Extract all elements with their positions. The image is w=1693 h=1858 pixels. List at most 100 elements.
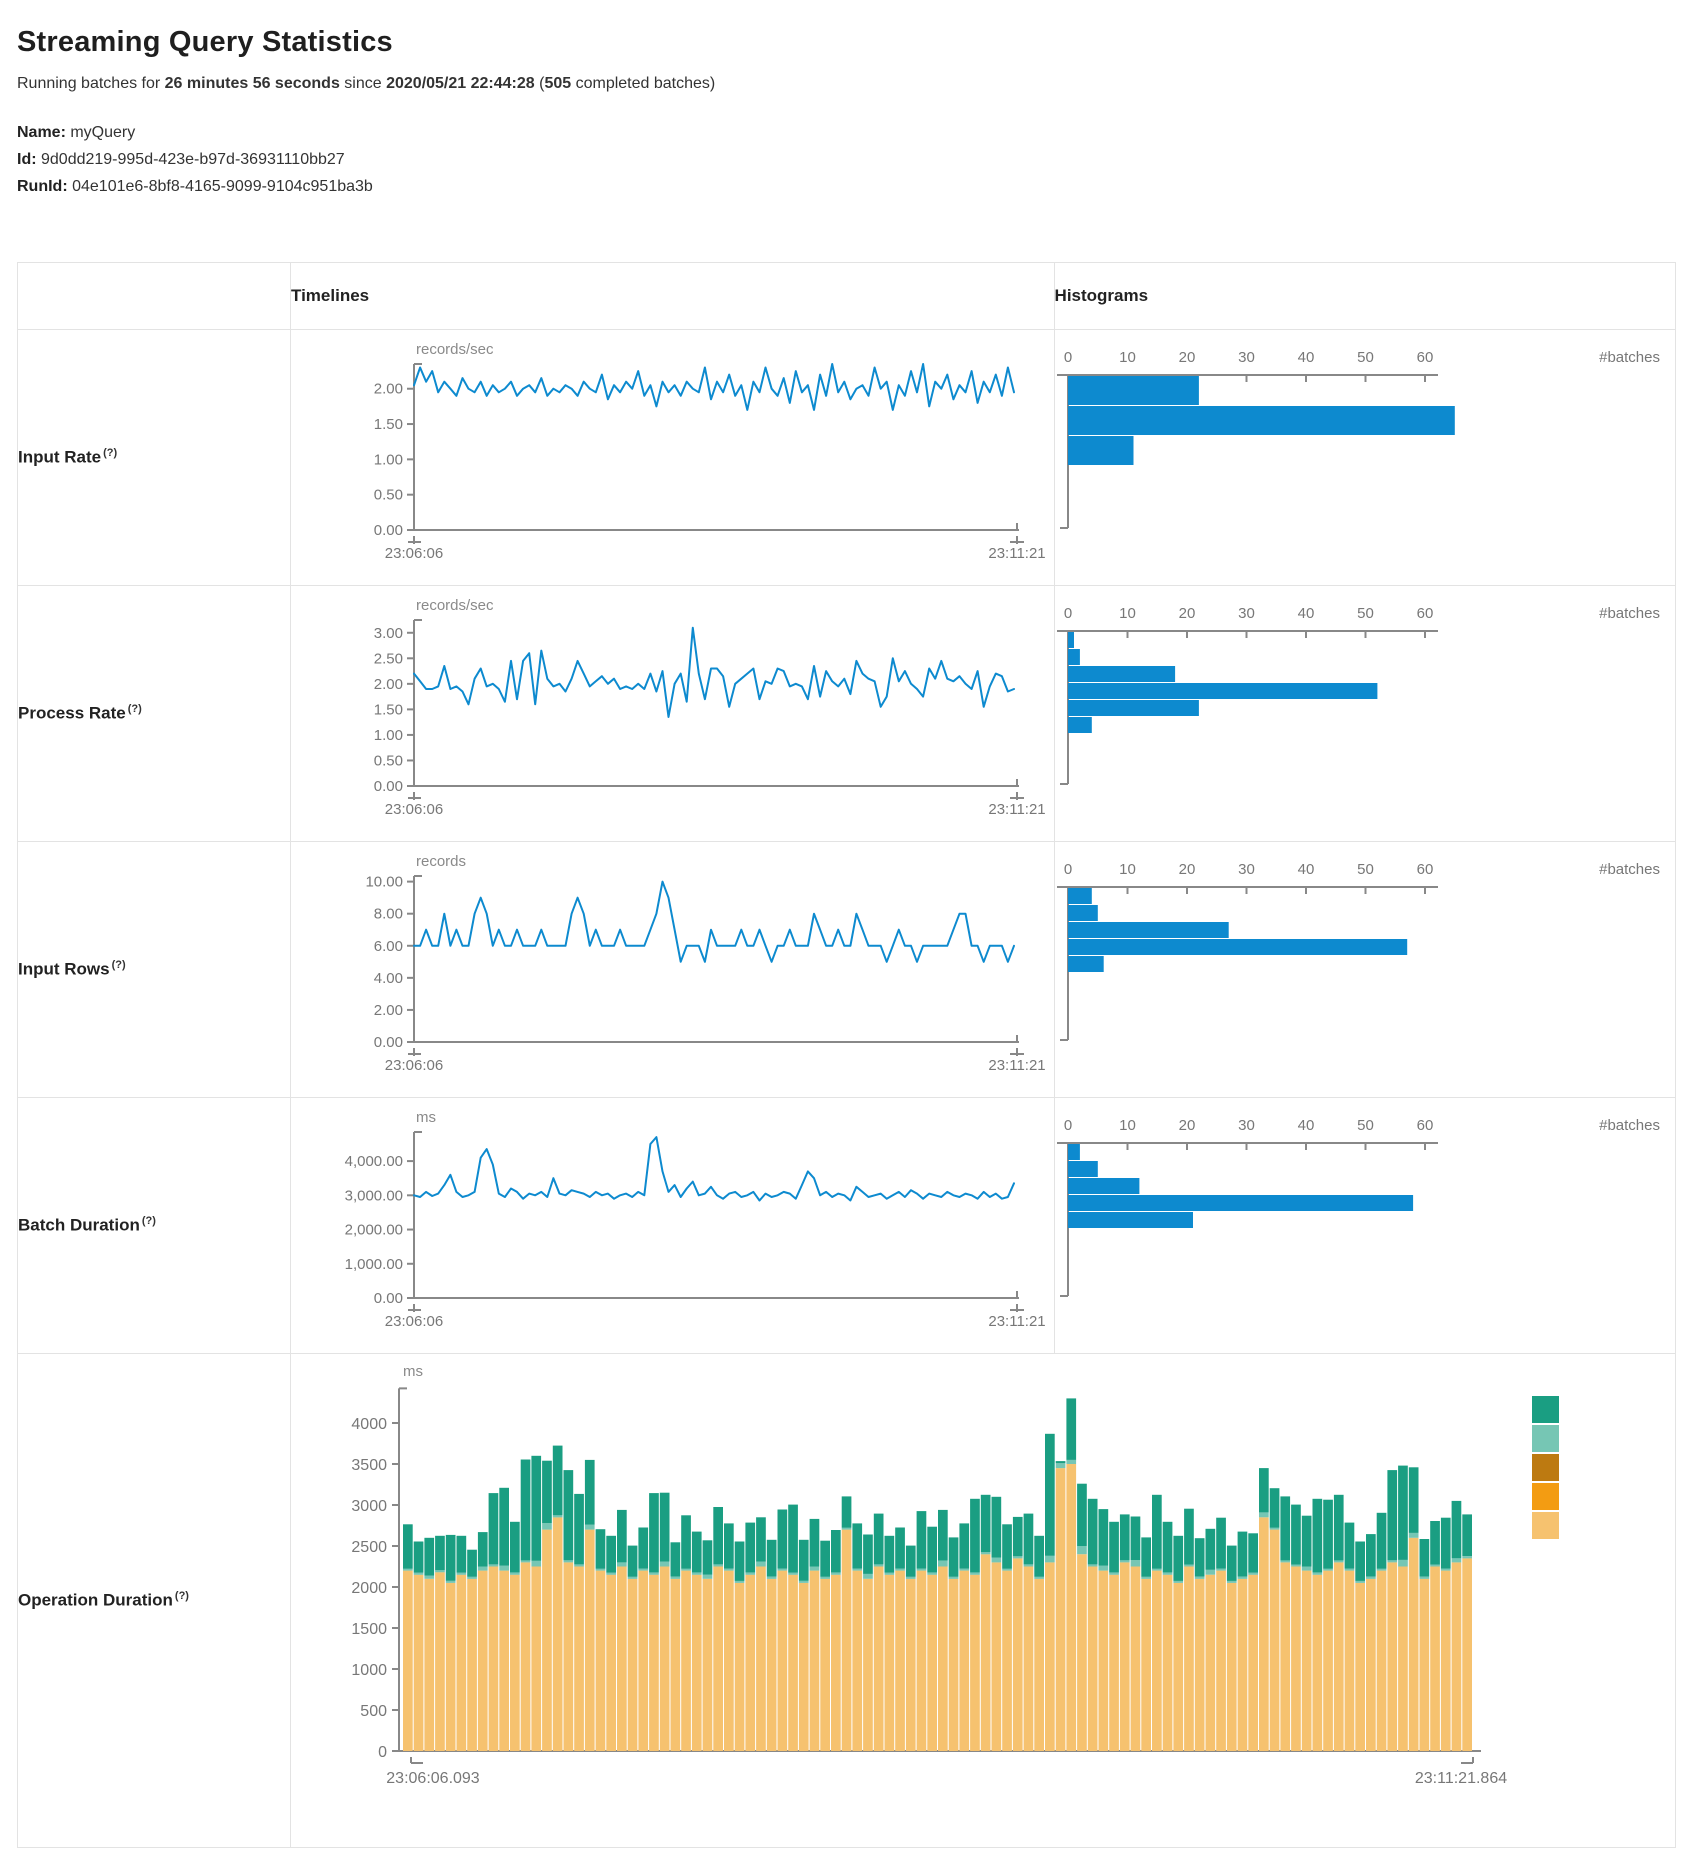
operation-duration-bar-segment — [799, 1583, 809, 1751]
operation-duration-bar-segment — [959, 1569, 969, 1571]
svg-text:23:11:21: 23:11:21 — [988, 1313, 1045, 1330]
operation-duration-stacked-chart: ms0500100015002000250030003500400023:06:… — [291, 1354, 1675, 1842]
operation-duration-bar-segment — [885, 1575, 895, 1751]
operation-duration-bar-segment — [874, 1567, 884, 1752]
svg-text:1.50: 1.50 — [374, 701, 403, 718]
operation-duration-bar-segment — [1452, 1501, 1462, 1558]
operation-duration-bar-segment — [1088, 1567, 1098, 1752]
operation-duration-bar-segment — [1184, 1564, 1194, 1566]
batch-duration-hist-bar — [1068, 1161, 1098, 1177]
operation-duration-bar-segment — [457, 1536, 467, 1573]
batch-duration-label: Batch Duration — [18, 1216, 140, 1235]
operation-duration-bar-segment — [970, 1575, 980, 1751]
operation-duration-bar-segment — [799, 1540, 809, 1581]
svg-text:50: 50 — [1357, 349, 1374, 366]
svg-text:0.00: 0.00 — [374, 778, 403, 795]
operation-duration-bar-segment — [1216, 1571, 1226, 1751]
input-rate-help-icon[interactable]: (?) — [103, 447, 117, 459]
name-value: myQuery — [66, 124, 135, 141]
input-rows-histogram-chart: 0102030405060#batches — [1055, 842, 1674, 1092]
svg-text:records/sec: records/sec — [416, 597, 494, 614]
svg-text:1.00: 1.00 — [374, 727, 403, 744]
operation-duration-bar-segment — [1334, 1495, 1344, 1561]
operation-duration-bar-segment — [628, 1546, 638, 1577]
operation-duration-bar-segment — [692, 1532, 702, 1573]
operation-duration-bar-segment — [414, 1575, 424, 1751]
completed-batches-count: 505 — [544, 75, 571, 92]
svg-text:60: 60 — [1416, 1117, 1433, 1134]
operation-duration-bar-segment — [1270, 1488, 1280, 1527]
operation-duration-bar-segment — [788, 1573, 798, 1575]
input-rows-label: Input Rows — [18, 960, 110, 979]
operation-duration-bar-segment — [681, 1571, 691, 1751]
operation-duration-bar-segment — [970, 1573, 980, 1575]
operation-duration-bar-segment — [1131, 1517, 1141, 1561]
operation-duration-bar-segment — [906, 1579, 916, 1751]
process-rate-row: Process Rate(?) records/sec0.000.501.001… — [18, 586, 1676, 842]
legend-swatch — [1532, 1425, 1559, 1452]
operation-duration-bar-segment — [596, 1569, 606, 1571]
operation-duration-bar-segment — [927, 1575, 937, 1751]
input-rate-timeline-chart: records/sec0.000.501.001.502.0023:06:062… — [291, 330, 1052, 580]
operation-duration-bar-segment — [1163, 1573, 1173, 1575]
batch-duration-help-icon[interactable]: (?) — [142, 1215, 156, 1227]
running-duration: 26 minutes 56 seconds — [165, 75, 340, 92]
operation-duration-bar-segment — [1248, 1533, 1258, 1572]
input-rate-hist-bar — [1068, 436, 1134, 465]
legend-swatch — [1532, 1396, 1559, 1423]
svg-text:records/sec: records/sec — [416, 341, 494, 358]
operation-duration-bar-segment — [1002, 1571, 1012, 1751]
operation-duration-bar-segment — [414, 1573, 424, 1575]
legend-swatch — [1532, 1483, 1559, 1510]
svg-text:0: 0 — [1063, 1117, 1071, 1134]
svg-text:0: 0 — [378, 1744, 387, 1761]
operation-duration-bar-segment — [1152, 1571, 1162, 1751]
operation-duration-bar-segment — [1024, 1567, 1034, 1752]
operation-duration-bar-segment — [1120, 1514, 1130, 1560]
operation-duration-bar-segment — [874, 1514, 884, 1565]
operation-duration-bar-segment — [1184, 1567, 1194, 1752]
page-title: Streaming Query Statistics — [17, 26, 1676, 59]
svg-text:0.00: 0.00 — [374, 1290, 403, 1307]
operation-duration-bar-segment — [606, 1536, 616, 1573]
streaming-query-statistics-page: Streaming Query Statistics Running batch… — [0, 0, 1693, 1858]
svg-text:4.00: 4.00 — [374, 970, 403, 987]
operation-duration-bar-segment — [1195, 1538, 1205, 1577]
operation-duration-bar-segment — [938, 1567, 948, 1752]
svg-text:23:11:21: 23:11:21 — [988, 801, 1045, 818]
operation-duration-bar-segment — [638, 1571, 648, 1751]
operation-duration-bar-segment — [959, 1523, 969, 1568]
operation-duration-bar-segment — [414, 1542, 424, 1573]
operation-duration-bar-segment — [1259, 1517, 1269, 1751]
svg-text:0: 0 — [1063, 861, 1071, 878]
svg-text:0.00: 0.00 — [374, 522, 403, 539]
operation-duration-bar-segment — [1345, 1569, 1355, 1571]
operation-duration-bar-segment — [703, 1540, 713, 1574]
input-rows-hist-bar — [1068, 888, 1092, 904]
operation-duration-bar-segment — [553, 1515, 563, 1517]
operation-duration-bar-segment — [1291, 1567, 1301, 1752]
operation-duration-bar-segment — [992, 1562, 1002, 1751]
input-rows-help-icon[interactable]: (?) — [112, 959, 126, 971]
operation-duration-bar-segment — [521, 1560, 531, 1562]
batches-open-paren: ( — [535, 75, 545, 92]
svg-text:23:06:06: 23:06:06 — [385, 1057, 443, 1074]
operation-duration-bar-segment — [724, 1569, 734, 1571]
svg-text:8.00: 8.00 — [374, 906, 403, 923]
svg-text:#batches: #batches — [1599, 349, 1660, 366]
svg-text:40: 40 — [1297, 605, 1314, 622]
operation-duration-bar-segment — [1013, 1517, 1023, 1556]
operation-duration-bar-segment — [1280, 1496, 1290, 1560]
operation-duration-bar-segment — [1323, 1571, 1333, 1751]
operation-duration-bar-segment — [692, 1575, 702, 1751]
operation-duration-bar-segment — [510, 1522, 520, 1573]
svg-text:23:06:06: 23:06:06 — [385, 1313, 443, 1330]
operation-duration-bar-segment — [660, 1567, 670, 1752]
operation-duration-bar-segment — [1195, 1577, 1205, 1579]
operation-duration-bar-segment — [820, 1579, 830, 1751]
operation-duration-bar-segment — [842, 1528, 852, 1530]
operation-duration-bar-segment — [1462, 1558, 1472, 1751]
operation-duration-help-icon[interactable]: (?) — [175, 1590, 189, 1602]
batch-duration-timeline-cell: ms0.001,000.002,000.003,000.004,000.0023… — [291, 1098, 1055, 1354]
process-rate-help-icon[interactable]: (?) — [128, 703, 142, 715]
